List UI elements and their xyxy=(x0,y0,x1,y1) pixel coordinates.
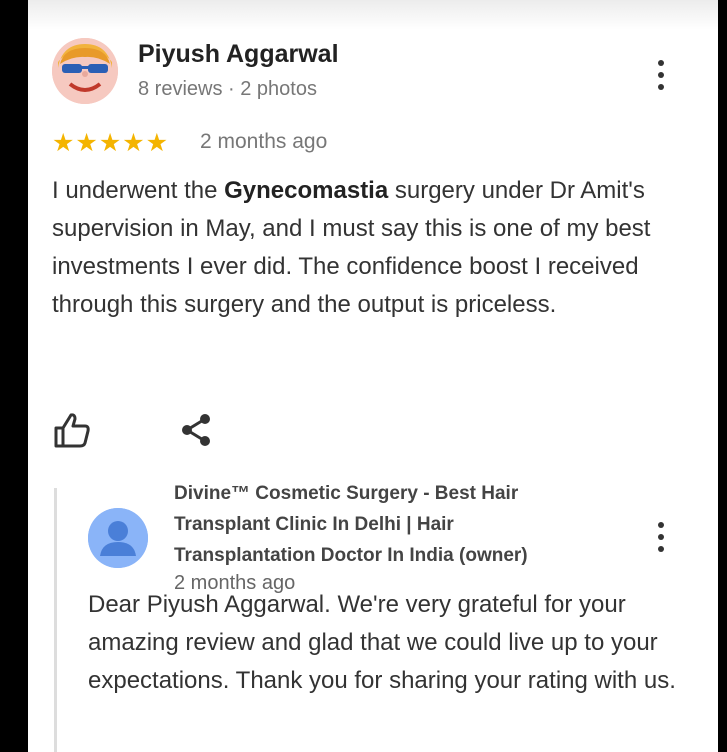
review-date: 2 months ago xyxy=(200,130,328,153)
owner-avatar[interactable] xyxy=(88,508,148,568)
owner-name[interactable]: Divine™ Cosmetic Surgery - Best Hair Tra… xyxy=(174,478,594,571)
review-text-bold: Gynecomastia xyxy=(224,177,389,204)
reviewer-avatar[interactable] xyxy=(52,38,118,104)
more-vert-icon[interactable] xyxy=(656,60,666,94)
top-shade xyxy=(28,0,718,30)
reviewer-meta: 8 reviews · 2 photos xyxy=(138,78,317,100)
star-rating: ★★★★★ xyxy=(52,129,170,157)
share-icon[interactable] xyxy=(178,412,214,448)
review-text: I underwent the Gynecomastia surgery und… xyxy=(52,172,692,324)
review-card: Piyush Aggarwal 8 reviews · 2 photos ★★★… xyxy=(28,0,718,752)
reviewer-name[interactable]: Piyush Aggarwal xyxy=(138,40,339,69)
review-text-start: I underwent the xyxy=(52,177,225,204)
reply-divider xyxy=(54,488,57,752)
reply-more-vert-icon[interactable] xyxy=(656,522,666,556)
thumbs-up-icon[interactable] xyxy=(52,410,92,450)
reply-text: Dear Piyush Aggarwal. We're very gratefu… xyxy=(88,591,676,694)
